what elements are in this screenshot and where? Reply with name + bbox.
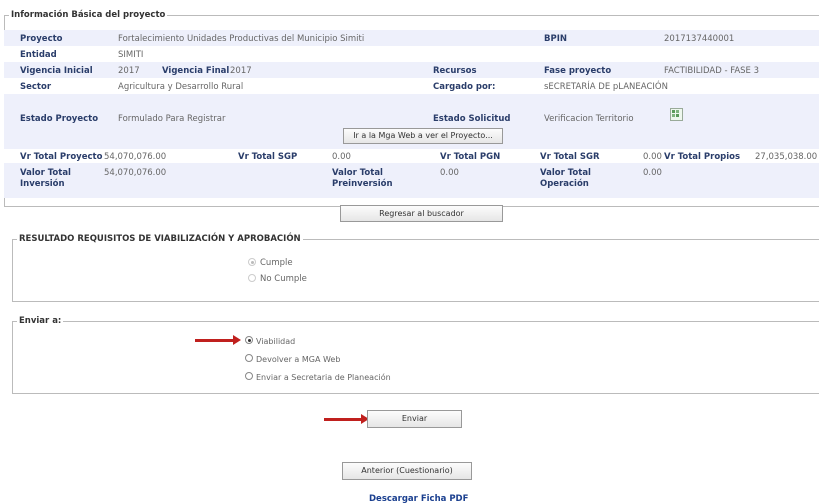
enviar-fieldset: Enviar a: bbox=[12, 316, 819, 394]
secretaria-radio[interactable] bbox=[245, 372, 253, 380]
valor-inversion-value: 54,070,076.00 bbox=[104, 168, 167, 178]
valor-inversion-label-2: Inversión bbox=[20, 179, 65, 189]
resultado-fieldset: RESULTADO REQUISITOS DE VIABILIZACIÓN Y … bbox=[12, 234, 819, 302]
secretaria-label: Enviar a Secretaria de Planeación bbox=[256, 373, 391, 382]
mga-web-button[interactable]: Ir a la Mga Web a ver el Proyecto... bbox=[343, 128, 503, 144]
arrow-pointer-enviar bbox=[324, 414, 369, 424]
enviar-legend: Enviar a: bbox=[19, 316, 62, 326]
grid-icon[interactable] bbox=[670, 108, 683, 121]
fase-label: Fase proyecto bbox=[544, 66, 612, 76]
entidad-value: SIMITI bbox=[118, 50, 144, 60]
sector-value: Agricultura y Desarrollo Rural bbox=[118, 82, 244, 92]
bpin-value: 2017137440001 bbox=[664, 34, 735, 44]
proyecto-label: Proyecto bbox=[20, 34, 63, 44]
estado-proyecto-value: Formulado Para Registrar bbox=[118, 114, 226, 124]
regresar-button[interactable]: Regresar al buscador bbox=[340, 205, 503, 222]
fase-value: FACTIBILIDAD - FASE 3 bbox=[664, 66, 760, 76]
entidad-label: Entidad bbox=[20, 50, 57, 60]
vigencia-inicial-value: 2017 bbox=[118, 66, 140, 76]
valor-inversion-label-1: Valor Total bbox=[20, 168, 71, 178]
estado-solicitud-label: Estado Solicitud bbox=[433, 114, 511, 124]
valor-preinversion-label-2: Preinversión bbox=[332, 179, 393, 189]
viabilidad-radio[interactable] bbox=[245, 336, 253, 344]
sector-label: Sector bbox=[20, 82, 52, 92]
recursos-label: Recursos bbox=[433, 66, 477, 76]
enviar-button[interactable]: Enviar bbox=[367, 410, 462, 428]
vr-total-proyecto-label: Vr Total Proyecto bbox=[20, 152, 103, 162]
viabilidad-label: Viabilidad bbox=[256, 337, 296, 346]
bpin-label: BPIN bbox=[544, 34, 567, 44]
vr-total-sgp-value: 0.00 bbox=[332, 152, 351, 162]
valor-preinversion-label-1: Valor Total bbox=[332, 168, 383, 178]
valor-operacion-label-2: Operación bbox=[540, 179, 589, 189]
arrow-pointer-viabilidad bbox=[195, 335, 241, 345]
vr-total-propios-label: Vr Total Propios bbox=[664, 152, 741, 162]
cumple-radio bbox=[248, 258, 256, 266]
vr-total-sgr-label: Vr Total SGR bbox=[540, 152, 600, 162]
resultado-legend: RESULTADO REQUISITOS DE VIABILIZACIÓN Y … bbox=[19, 234, 301, 244]
cumple-label: Cumple bbox=[260, 258, 293, 268]
info-legend: Información Básica del proyecto bbox=[11, 10, 166, 20]
vr-total-proyecto-value: 54,070,076.00 bbox=[104, 152, 167, 162]
vigencia-final-value: 2017 bbox=[230, 66, 252, 76]
cargado-label: Cargado por: bbox=[433, 82, 496, 92]
vr-total-propios-value: 27,035,038.00 bbox=[755, 152, 818, 162]
estado-solicitud-value: Verificacion Territorio bbox=[544, 114, 634, 124]
estado-proyecto-label: Estado Proyecto bbox=[20, 114, 99, 124]
valor-preinversion-value: 0.00 bbox=[440, 168, 459, 178]
devolver-label: Devolver a MGA Web bbox=[256, 355, 341, 364]
vigencia-inicial-label: Vigencia Inicial bbox=[20, 66, 93, 76]
vigencia-final-label: Vigencia Final bbox=[162, 66, 230, 76]
proyecto-value: Fortalecimiento Unidades Productivas del… bbox=[118, 34, 365, 44]
no-cumple-radio bbox=[248, 274, 256, 282]
vr-total-pgn-label: Vr Total PGN bbox=[440, 152, 501, 162]
vr-total-sgp-label: Vr Total SGP bbox=[238, 152, 298, 162]
vr-total-sgr-value: 0.00 bbox=[643, 152, 662, 162]
devolver-radio[interactable] bbox=[245, 354, 253, 362]
anterior-button[interactable]: Anterior (Cuestionario) bbox=[342, 462, 472, 480]
cargado-value: sECRETARÍA DE pLANEACIÓN bbox=[544, 82, 668, 92]
valor-operacion-value: 0.00 bbox=[643, 168, 662, 178]
valor-operacion-label-1: Valor Total bbox=[540, 168, 591, 178]
no-cumple-label: No Cumple bbox=[260, 274, 307, 284]
